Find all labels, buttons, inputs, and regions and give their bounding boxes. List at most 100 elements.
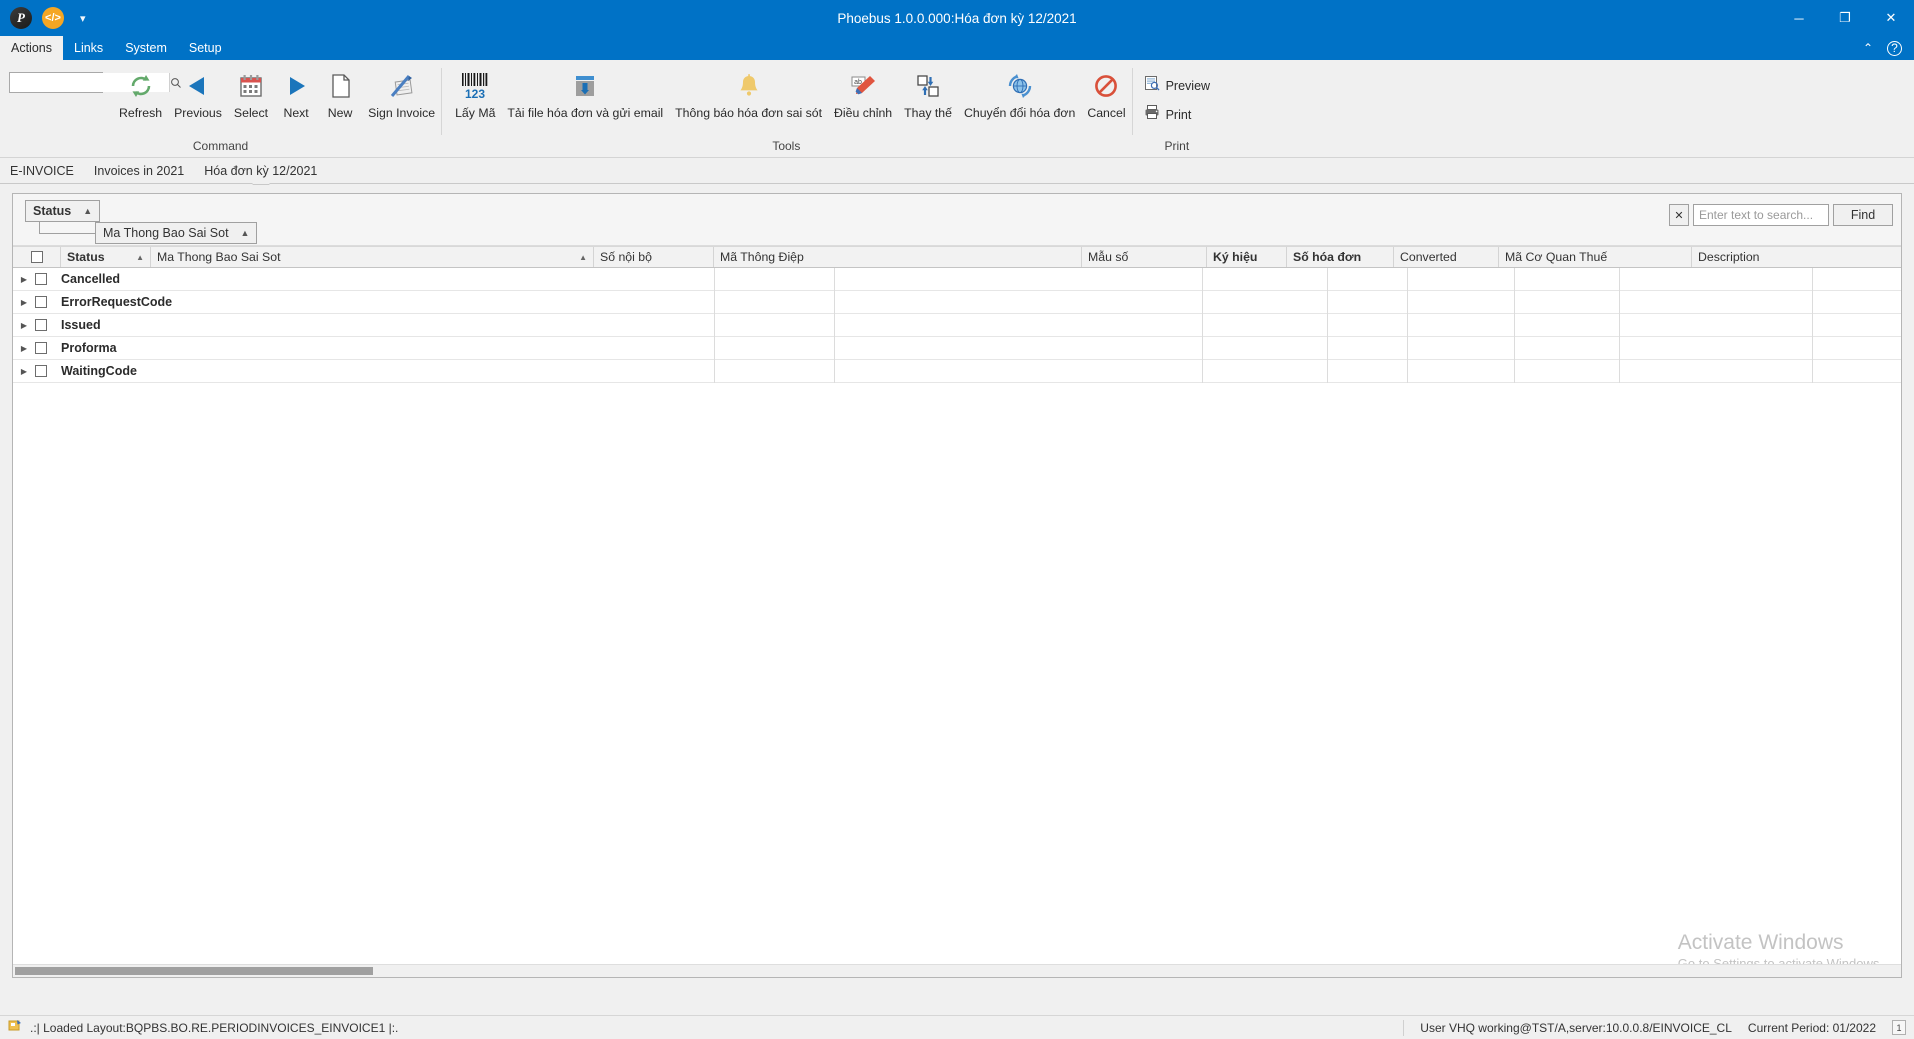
expand-arrow-icon[interactable]: ▶ bbox=[13, 344, 35, 353]
convert-invoice-button[interactable]: Chuyển đổi hóa đơn bbox=[958, 66, 1081, 120]
group-row-label: WaitingCode bbox=[61, 364, 137, 378]
clear-search-button[interactable]: ✕ bbox=[1669, 204, 1689, 226]
row-checkbox[interactable] bbox=[35, 319, 47, 331]
ribbon-group-label-command: Command bbox=[192, 139, 249, 153]
column-header-mau-so[interactable]: Mẫu số bbox=[1082, 247, 1207, 267]
next-icon bbox=[282, 68, 310, 104]
menu-item-setup[interactable]: Setup bbox=[178, 36, 233, 60]
sign-invoice-button[interactable]: Sign Invoice bbox=[362, 66, 441, 120]
sort-ascending-icon-2[interactable]: ▲ bbox=[241, 228, 250, 238]
group-chip-ma-thong-bao-sai-sot[interactable]: Ma Thong Bao Sai Sot ▲ bbox=[95, 222, 258, 244]
column-header-converted[interactable]: Converted bbox=[1394, 247, 1499, 267]
close-button[interactable]: ✕ bbox=[1868, 0, 1914, 36]
expand-arrow-icon[interactable]: ▶ bbox=[13, 275, 35, 284]
expand-arrow-icon[interactable]: ▶ bbox=[13, 367, 35, 376]
breadcrumb-item-invoices-2021[interactable]: Invoices in 2021 bbox=[84, 164, 194, 183]
group-by-bar[interactable]: Status ▲ Ma Thong Bao Sai Sot ▲ ✕ Find bbox=[13, 194, 1901, 246]
group-chip-connector bbox=[39, 222, 95, 234]
select-label: Select bbox=[233, 106, 269, 120]
status-message: .:| Loaded Layout:BQPBS.BO.RE.PERIODINVO… bbox=[30, 1020, 399, 1035]
sort-indicator-icon: ▲ bbox=[136, 252, 144, 262]
download-email-button[interactable]: Tải file hóa đơn và gửi email bbox=[501, 66, 669, 120]
column-label-description: Description bbox=[1698, 250, 1760, 264]
table-row[interactable]: ▶ Issued bbox=[13, 314, 1901, 337]
group-chip-status[interactable]: Status ▲ bbox=[25, 200, 101, 222]
status-divider bbox=[1403, 1019, 1405, 1036]
table-row[interactable]: ▶ Cancelled bbox=[13, 268, 1901, 291]
select-all-checkbox[interactable] bbox=[30, 251, 43, 263]
find-input[interactable] bbox=[1693, 204, 1829, 226]
row-checkbox[interactable] bbox=[35, 296, 47, 308]
table-row[interactable]: ▶ Proforma bbox=[13, 337, 1901, 360]
menu-item-system[interactable]: System bbox=[114, 36, 178, 60]
preview-button[interactable]: Preview bbox=[1140, 72, 1218, 99]
row-checkbox-cell[interactable] bbox=[35, 342, 61, 354]
row-checkbox[interactable] bbox=[35, 365, 47, 377]
sort-ascending-icon[interactable]: ▲ bbox=[83, 206, 92, 216]
column-header-so-hoa-don[interactable]: Số hóa đơn bbox=[1287, 247, 1394, 267]
lay-ma-button[interactable]: 123 Lấy Mã bbox=[449, 66, 501, 120]
code-icon[interactable]: </> bbox=[42, 7, 64, 29]
invoice-grid: Status ▲ Ma Thong Bao Sai Sot ▲ Số nội b… bbox=[13, 246, 1901, 977]
thay-the-button[interactable]: Thay thế bbox=[898, 66, 958, 120]
error-notice-button[interactable]: Thông báo hóa đơn sai sót bbox=[669, 66, 828, 120]
column-divider-8 bbox=[1812, 268, 1813, 383]
row-checkbox[interactable] bbox=[35, 273, 47, 285]
next-button[interactable]: Next bbox=[274, 66, 318, 120]
sign-invoice-label: Sign Invoice bbox=[368, 106, 436, 120]
maximize-button[interactable]: ❐ bbox=[1822, 0, 1868, 36]
breadcrumb-item-hoa-don-ky[interactable]: Hóa đơn kỳ 12/2021 bbox=[194, 164, 327, 183]
new-button[interactable]: New bbox=[318, 66, 362, 120]
column-divider-5 bbox=[1407, 268, 1408, 383]
menu-item-actions[interactable]: Actions bbox=[0, 36, 63, 60]
phoebus-icon[interactable]: P bbox=[10, 7, 32, 29]
menu-item-links[interactable]: Links bbox=[63, 36, 114, 60]
horizontal-scrollbar-thumb[interactable] bbox=[15, 967, 373, 975]
row-checkbox-cell[interactable] bbox=[35, 273, 61, 285]
status-bar: .:| Loaded Layout:BQPBS.BO.RE.PERIODINVO… bbox=[0, 1015, 1914, 1039]
group-row-label: Proforma bbox=[61, 341, 117, 355]
expand-arrow-icon[interactable]: ▶ bbox=[13, 321, 35, 330]
help-icon[interactable]: ? bbox=[1887, 40, 1902, 56]
select-all-header[interactable] bbox=[13, 247, 61, 267]
refresh-button[interactable]: Refresh bbox=[113, 66, 168, 120]
table-row[interactable]: ▶ WaitingCode bbox=[13, 360, 1901, 383]
breadcrumb-item-einvoice[interactable]: E-INVOICE bbox=[0, 164, 84, 183]
find-button[interactable]: Find bbox=[1833, 204, 1893, 226]
column-header-ma-thong-diep[interactable]: Mã Thông Điệp bbox=[714, 247, 1082, 267]
row-checkbox-cell[interactable] bbox=[35, 296, 61, 308]
cancel-button[interactable]: Cancel bbox=[1081, 66, 1131, 120]
minimize-button[interactable]: ─ bbox=[1776, 0, 1822, 36]
dieu-chinh-label: Điều chỉnh bbox=[834, 106, 893, 120]
column-header-ky-hieu[interactable]: Ký hiệu bbox=[1207, 247, 1287, 267]
table-row[interactable]: ▶ ErrorRequestCode bbox=[13, 291, 1901, 314]
svg-text:123: 123 bbox=[465, 87, 485, 101]
row-checkbox[interactable] bbox=[35, 342, 47, 354]
row-checkbox-cell[interactable] bbox=[35, 365, 61, 377]
horizontal-scrollbar[interactable] bbox=[13, 964, 1901, 977]
download-email-label: Tải file hóa đơn và gửi email bbox=[507, 106, 664, 120]
column-divider-2 bbox=[834, 268, 835, 383]
printer-icon bbox=[1144, 104, 1160, 125]
print-button[interactable]: Print bbox=[1140, 101, 1218, 128]
chevron-down-icon[interactable]: ▾ bbox=[80, 12, 86, 25]
column-header-so-noi-bo[interactable]: Số nội bộ bbox=[594, 247, 714, 267]
dieu-chinh-button[interactable]: ab Điều chỉnh bbox=[828, 66, 898, 120]
previous-button[interactable]: Previous bbox=[168, 66, 228, 120]
refresh-icon bbox=[127, 68, 155, 104]
column-header-status[interactable]: Status ▲ bbox=[61, 247, 151, 267]
column-header-description[interactable]: Description bbox=[1692, 247, 1892, 267]
title-bar: P </> ▾ Phoebus 1.0.0.000:Hóa đơn kỳ 12/… bbox=[0, 0, 1914, 36]
next-label: Next bbox=[283, 106, 309, 120]
row-checkbox-cell[interactable] bbox=[35, 319, 61, 331]
select-button[interactable]: Select bbox=[228, 66, 274, 120]
status-page-number[interactable]: 1 bbox=[1892, 1020, 1906, 1035]
column-header-ma-co-quan-thue[interactable]: Mã Cơ Quan Thuế bbox=[1499, 247, 1692, 267]
collapse-ribbon-icon[interactable]: ⌃ bbox=[1863, 41, 1873, 55]
expand-arrow-icon[interactable]: ▶ bbox=[13, 298, 35, 307]
column-label-converted: Converted bbox=[1400, 250, 1457, 264]
ribbon-search-box[interactable] bbox=[9, 72, 181, 93]
swap-icon bbox=[914, 68, 942, 104]
previous-label: Previous bbox=[174, 106, 222, 120]
column-header-ma-thong-bao-sai-sot[interactable]: Ma Thong Bao Sai Sot ▲ bbox=[151, 247, 594, 267]
